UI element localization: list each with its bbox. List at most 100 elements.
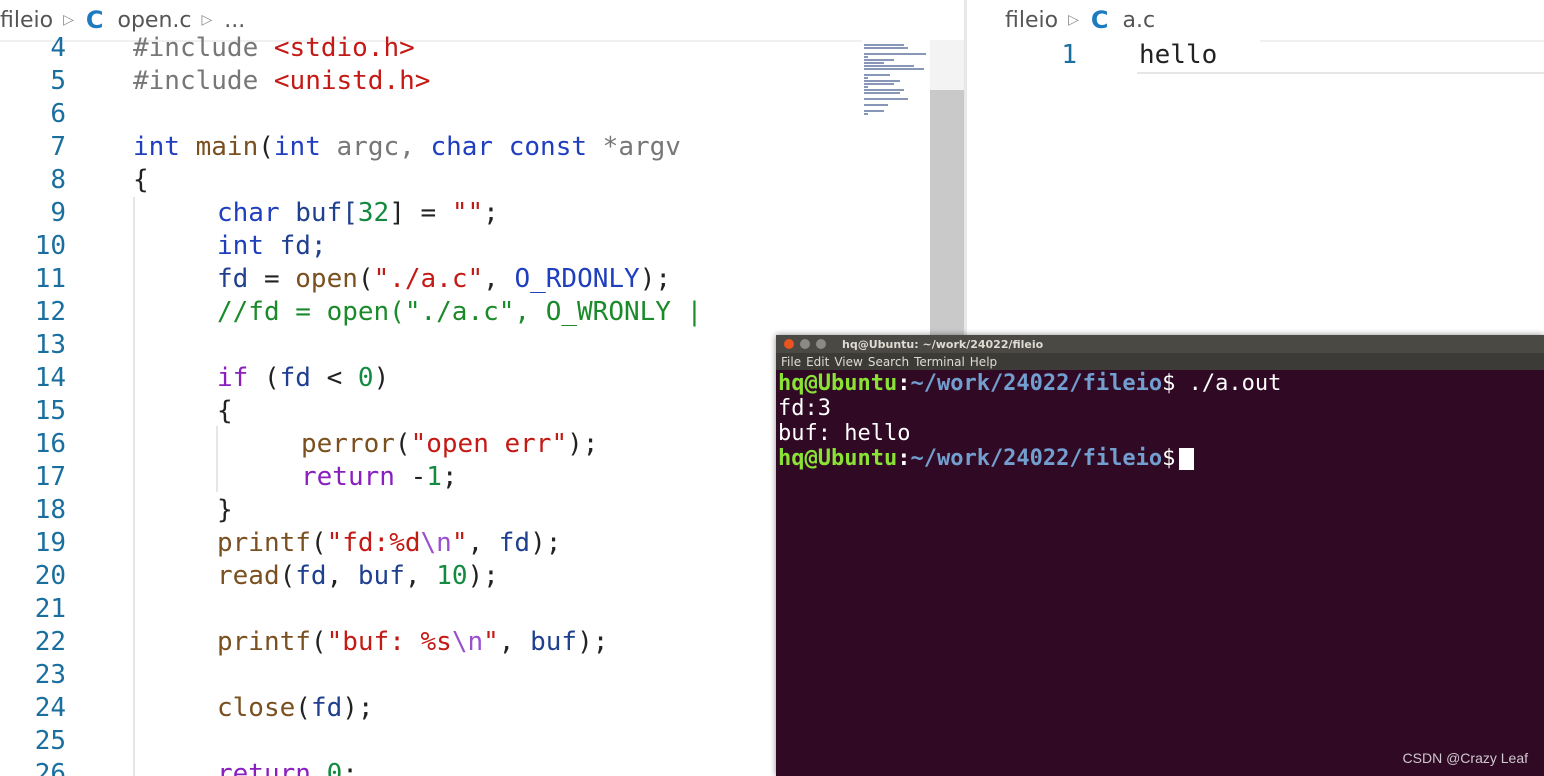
chevron-right-icon: ▷ (1068, 12, 1079, 28)
code-text: { (217, 395, 233, 428)
chevron-right-icon: ▷ (201, 12, 213, 28)
line-number: 22 (34, 627, 66, 657)
code-token: ; (483, 198, 499, 228)
terminal-window[interactable]: hq@Ubuntu: ~/work/24022/fileio File Edit… (776, 335, 1544, 776)
minimap-line (864, 86, 868, 88)
terminal-prompt-line: hq@Ubuntu:~/work/24022/fileio$ (778, 446, 1542, 471)
code-token: - (394, 462, 427, 492)
code-token: <unistd.h> (273, 66, 431, 96)
menu-terminal[interactable]: Terminal (914, 355, 965, 369)
close-icon[interactable] (784, 339, 794, 349)
code-text: int main(int argc, char const *argv (133, 131, 681, 164)
code-token: fd (295, 561, 327, 591)
code-token: ] = (389, 198, 452, 228)
code-token: ); (467, 561, 499, 591)
code-token: ( (357, 264, 374, 294)
code-token: "fd:%d (326, 528, 421, 558)
code-token: printf (217, 627, 311, 657)
code-text: read(fd, buf, 10); (217, 560, 499, 593)
line-number: 4 (50, 33, 66, 63)
minimap-line (864, 44, 904, 46)
minimap-line (864, 110, 884, 112)
line-number: 13 (34, 330, 66, 360)
minimap-line (864, 80, 900, 82)
code-token: close (217, 693, 296, 723)
breadcrumb-file[interactable]: a.c (1122, 8, 1155, 33)
breadcrumb-file[interactable]: open.c (117, 8, 191, 33)
code-token: if (217, 363, 249, 393)
code-token: ( (394, 429, 411, 459)
minimap-line (864, 53, 926, 55)
code-token: " (483, 627, 499, 657)
maximize-icon[interactable] (816, 339, 826, 349)
code-token: "" (451, 198, 484, 228)
code-token: //fd = open("./a.c", O_WRONLY | (217, 297, 703, 327)
minimap-line (864, 113, 868, 115)
code-text: #include <stdio.h> (133, 32, 415, 65)
prompt-path: ~/work/24022/fileio (910, 371, 1163, 396)
minimap-line (864, 56, 868, 58)
code-token: ); (530, 528, 562, 558)
indent-guide (216, 426, 218, 492)
code-text: return -1; (301, 461, 458, 494)
code-text: #include <unistd.h> (133, 65, 430, 98)
breadcrumb-folder[interactable]: fileio (1005, 8, 1058, 33)
line-number: 1 (1061, 40, 1077, 70)
code-line[interactable]: hello (1139, 38, 1217, 72)
terminal-menubar: File Edit View Search Terminal Help (776, 353, 1544, 370)
minimize-icon[interactable] (800, 339, 810, 349)
chevron-right-icon: ▷ (63, 12, 74, 28)
code-token: ( (310, 528, 327, 558)
code-token: fd (310, 693, 343, 723)
code-token: int (217, 231, 264, 261)
code-token: , (483, 264, 515, 294)
code-token: <stdio.h> (273, 33, 415, 63)
minimap-line (864, 65, 914, 67)
scrollbar-thumb[interactable] (930, 90, 964, 340)
menu-edit[interactable]: Edit (806, 355, 829, 369)
minimap[interactable] (862, 40, 930, 340)
code-token: 10 (436, 561, 468, 591)
minimap-line (864, 74, 890, 76)
code-token: ); (342, 693, 374, 723)
code-text: printf("fd:%d\n", fd); (217, 527, 561, 560)
code-token: char (430, 132, 494, 162)
code-token: fd (498, 528, 531, 558)
code-token: { (217, 396, 233, 426)
line-number: 15 (34, 396, 66, 426)
code-token: 32 (357, 198, 390, 228)
line-number: 19 (34, 528, 66, 558)
breadcrumb-folder[interactable]: fileio (0, 8, 53, 33)
line-number: 25 (34, 726, 66, 756)
code-token: { (133, 165, 149, 195)
line-number: 9 (50, 198, 66, 228)
code-token: = (248, 264, 296, 294)
breadcrumb-more[interactable]: ... (224, 8, 245, 33)
breadcrumb-bar-fill (1260, 0, 1544, 42)
terminal-output-line: buf: hello (778, 421, 911, 446)
menu-search[interactable]: Search (868, 355, 909, 369)
menu-view[interactable]: View (834, 355, 862, 369)
menu-help[interactable]: Help (970, 355, 997, 369)
minimap-line (864, 47, 908, 49)
terminal-output[interactable]: hq@Ubuntu:~/work/24022/fileio$ ./a.out f… (778, 371, 1542, 771)
code-token: ( (310, 627, 327, 657)
code-token: } (217, 495, 233, 525)
code-token: \n (420, 528, 452, 558)
minimap-line (864, 77, 868, 79)
menu-file[interactable]: File (781, 355, 801, 369)
line-number: 11 (34, 264, 66, 294)
current-line-highlight (1137, 72, 1544, 74)
minimap-line (864, 83, 894, 85)
code-text: fd = open("./a.c", O_RDONLY); (217, 263, 671, 296)
code-text: return 0; (217, 758, 358, 776)
line-number: 8 (50, 165, 66, 195)
line-number: 16 (34, 429, 66, 459)
line-number: 14 (34, 363, 66, 393)
code-text: } (217, 494, 233, 527)
terminal-titlebar[interactable]: hq@Ubuntu: ~/work/24022/fileio (776, 335, 1544, 353)
code-text: close(fd); (217, 692, 374, 725)
code-token: ; (441, 462, 458, 492)
code-token: read (217, 561, 280, 591)
